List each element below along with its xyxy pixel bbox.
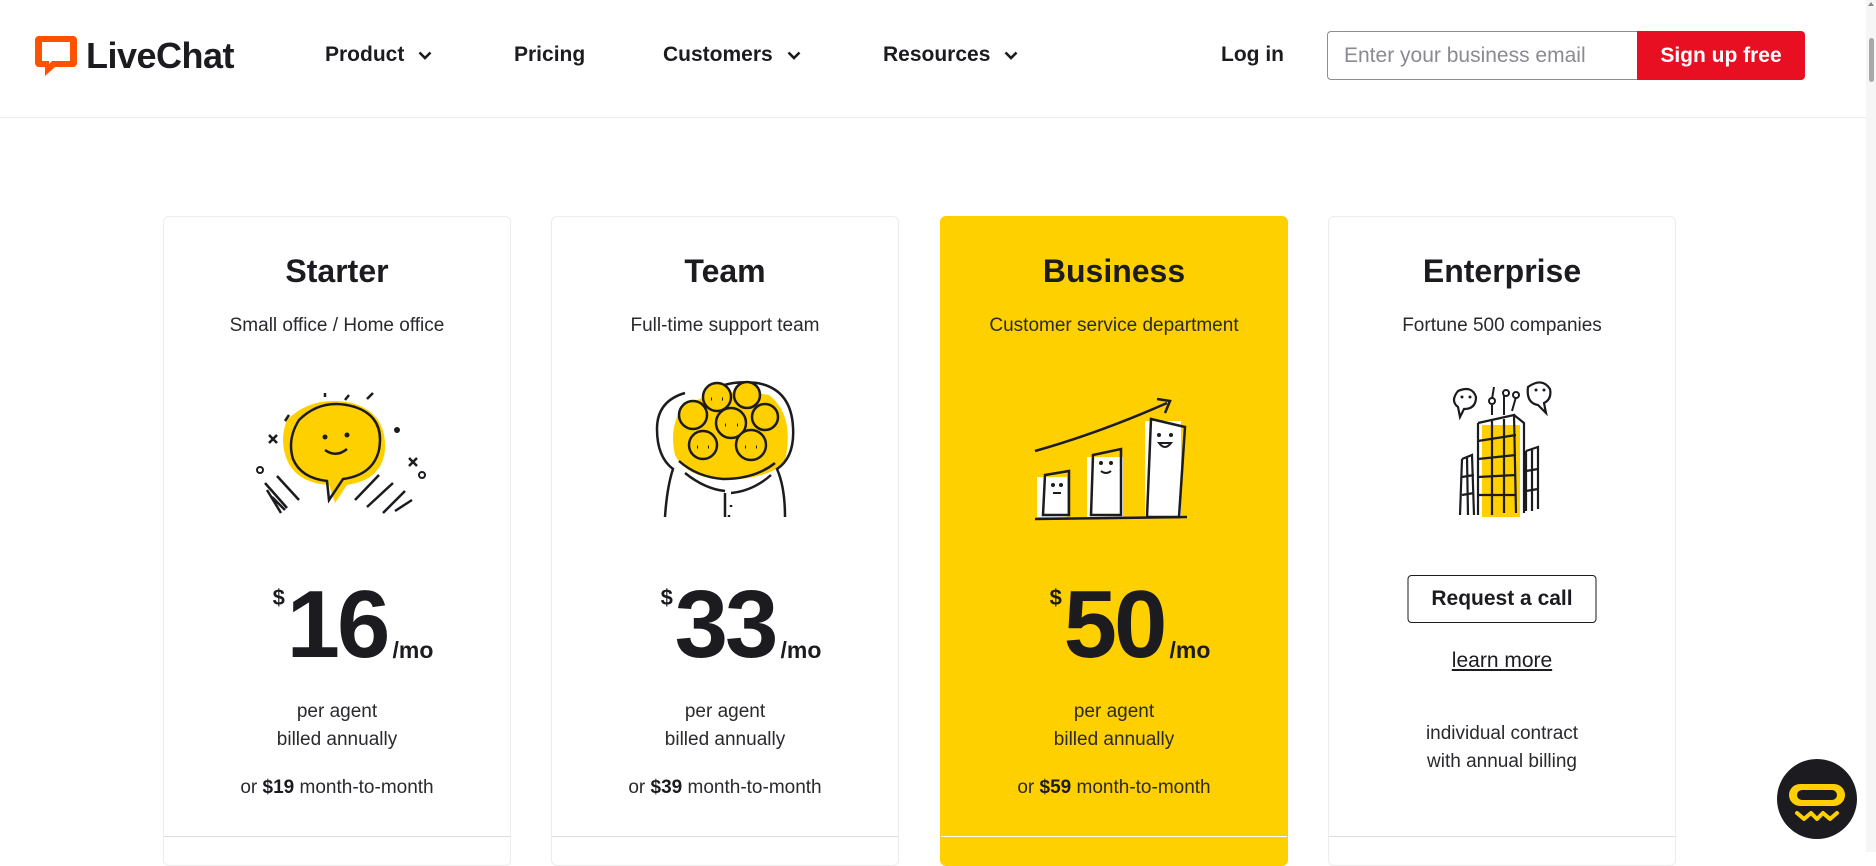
plan-card-team: Team Full-time support team $ 33 /mo per… — [551, 216, 899, 866]
monthly-suffix: month-to-month — [299, 777, 434, 798]
request-call-button[interactable]: Request a call — [1407, 575, 1597, 623]
scrollbar-thumb[interactable] — [1869, 38, 1874, 82]
page-scrollbar[interactable] — [1866, 0, 1876, 852]
plan-card-business: Business Customer service department $ 5… — [940, 216, 1288, 866]
livechat-logo-icon — [35, 36, 77, 76]
plan-card-enterprise: Enterprise Fortune 500 companies Request… — [1328, 216, 1676, 866]
price-period: /mo — [1169, 637, 1211, 663]
skyscrapers-icon — [1452, 381, 1552, 517]
chevron-down-icon — [787, 51, 801, 60]
nav-pricing[interactable]: Pricing — [514, 43, 585, 67]
nav-customers[interactable]: Customers — [663, 43, 801, 67]
billing-info: per agent billed annually — [941, 698, 1287, 754]
nav-product-label: Product — [325, 43, 405, 66]
business-email-input[interactable] — [1327, 31, 1638, 80]
plan-name: Starter — [285, 253, 389, 289]
billing-line: billed annually — [276, 729, 398, 750]
billing-line: billed annually — [664, 729, 786, 750]
plan-name: Team — [684, 253, 766, 289]
billing-info: per agent billed annually — [164, 698, 510, 754]
monthly-amount: $59 — [1039, 777, 1072, 798]
livechat-logo[interactable]: LiveChat — [33, 33, 235, 78]
plan-card-starter: Starter Small office / Home office $ 16 … — [163, 216, 511, 866]
monthly-price: or $39 month-to-month — [552, 777, 898, 799]
signup-free-button[interactable]: Sign up free — [1637, 31, 1805, 80]
monthly-price: or $59 month-to-month — [941, 777, 1287, 799]
plan-description: Small office / Home office — [229, 315, 445, 336]
team-hug-icon — [655, 380, 795, 518]
plan-description: Customer service department — [989, 315, 1239, 336]
price: $ 33 /mo — [552, 575, 898, 675]
price-period: /mo — [780, 637, 822, 663]
monthly-prefix: or — [240, 777, 258, 798]
currency-symbol: $ — [272, 585, 285, 610]
happy-chat-bubble-icon — [256, 392, 426, 514]
brand-name: LiveChat — [86, 34, 235, 76]
contract-info: individual contract with annual billing — [1329, 720, 1675, 776]
price-period: /mo — [392, 637, 434, 663]
card-divider — [164, 836, 510, 837]
site-header: LiveChat Product Pricing Customers Resou… — [0, 0, 1866, 118]
monthly-price: or $19 month-to-month — [164, 777, 510, 799]
chat-widget-icon — [1789, 784, 1845, 821]
billing-line: per agent — [296, 701, 378, 722]
chevron-down-icon — [418, 51, 432, 60]
billing-line: billed annually — [1053, 729, 1175, 750]
nav-resources-label: Resources — [883, 43, 991, 66]
scroll-up-arrow-icon[interactable] — [1868, 2, 1874, 6]
monthly-prefix: or — [1017, 777, 1035, 798]
growth-chart-icon — [1034, 397, 1188, 521]
chevron-down-icon — [1004, 51, 1018, 60]
card-divider — [1329, 836, 1675, 837]
price: $ 16 /mo — [164, 575, 510, 675]
plan-description: Fortune 500 companies — [1402, 315, 1602, 336]
contract-line: with annual billing — [1427, 751, 1577, 772]
price-amount: 50 — [1063, 571, 1168, 678]
price-amount: 33 — [674, 571, 779, 678]
monthly-amount: $39 — [650, 777, 683, 798]
plan-name: Enterprise — [1422, 253, 1582, 289]
monthly-suffix: month-to-month — [687, 777, 822, 798]
billing-line: per agent — [684, 701, 766, 722]
nav-pricing-label: Pricing — [514, 43, 586, 66]
plan-description: Full-time support team — [630, 315, 820, 336]
currency-symbol: $ — [660, 585, 673, 610]
monthly-amount: $19 — [262, 777, 295, 798]
price: $ 50 /mo — [941, 575, 1287, 675]
monthly-prefix: or — [628, 777, 646, 798]
nav-resources[interactable]: Resources — [883, 43, 1018, 67]
contract-line: individual contract — [1425, 723, 1579, 744]
nav-product[interactable]: Product — [325, 43, 432, 67]
monthly-suffix: month-to-month — [1076, 777, 1211, 798]
card-divider — [552, 836, 898, 837]
price-amount: 16 — [286, 571, 391, 678]
login-link[interactable]: Log in — [1221, 43, 1284, 67]
plan-name: Business — [1042, 253, 1186, 289]
chat-widget-button[interactable] — [1777, 759, 1857, 839]
currency-symbol: $ — [1049, 585, 1062, 610]
billing-info: per agent billed annually — [552, 698, 898, 754]
billing-line: per agent — [1073, 701, 1155, 722]
nav-customers-label: Customers — [663, 43, 773, 66]
learn-more-link[interactable]: learn more — [1329, 649, 1675, 673]
card-divider — [941, 836, 1287, 837]
